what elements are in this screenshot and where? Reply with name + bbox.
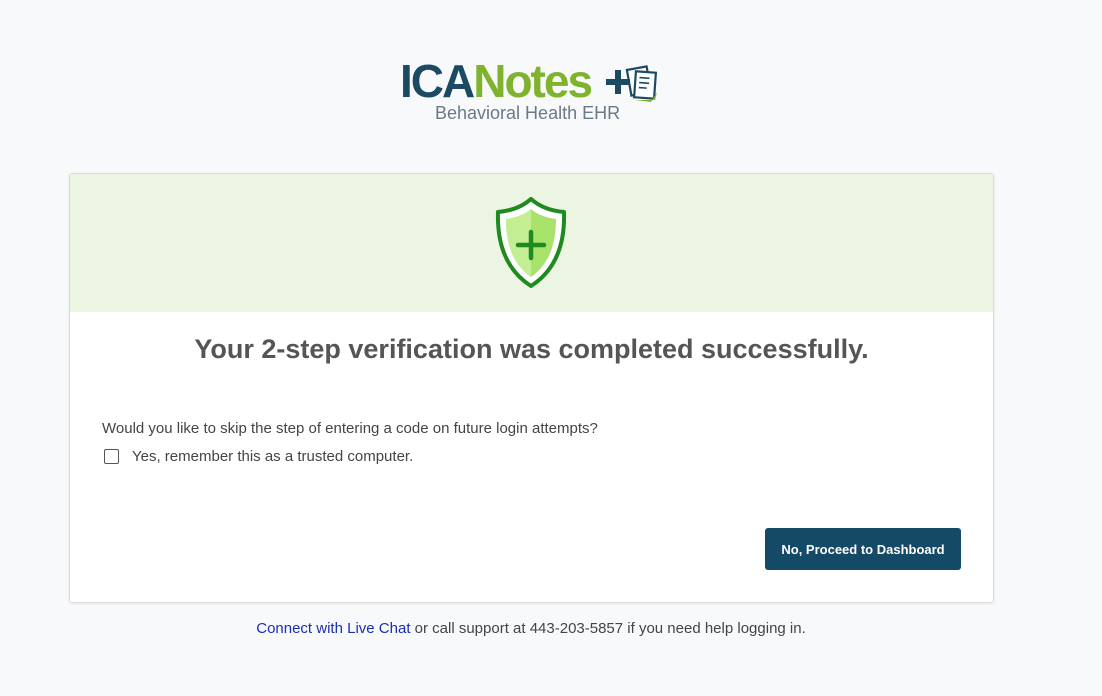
trusted-computer-question: Would you like to skip the step of enter…	[102, 420, 598, 437]
shield-plus-icon	[495, 197, 567, 288]
proceed-to-dashboard-button[interactable]: No, Proceed to Dashboard	[765, 528, 961, 570]
trusted-computer-option[interactable]: Yes, remember this as a trusted computer…	[104, 448, 413, 465]
verification-card: Your 2-step verification was completed s…	[69, 173, 994, 603]
trusted-computer-label[interactable]: Yes, remember this as a trusted computer…	[132, 448, 413, 465]
icanotes-logo: ICANotes Behavioral Health EHR	[400, 56, 660, 126]
logo-wordmark: ICANotes	[400, 55, 593, 107]
logo-ica-text: ICA	[400, 55, 475, 107]
trusted-computer-checkbox[interactable]	[104, 449, 119, 464]
live-chat-link[interactable]: Connect with Live Chat	[256, 620, 410, 637]
support-footer: Connect with Live Chat or call support a…	[0, 620, 1062, 637]
support-text: or call support at 443-203-5857 if you n…	[410, 620, 806, 637]
logo-notes-text: Notes	[473, 55, 593, 107]
card-hero-banner	[70, 174, 993, 312]
logo-plus-document-icon	[606, 65, 658, 102]
logo-tagline: Behavioral Health EHR	[435, 103, 621, 123]
page-title: Your 2-step verification was completed s…	[194, 334, 869, 364]
